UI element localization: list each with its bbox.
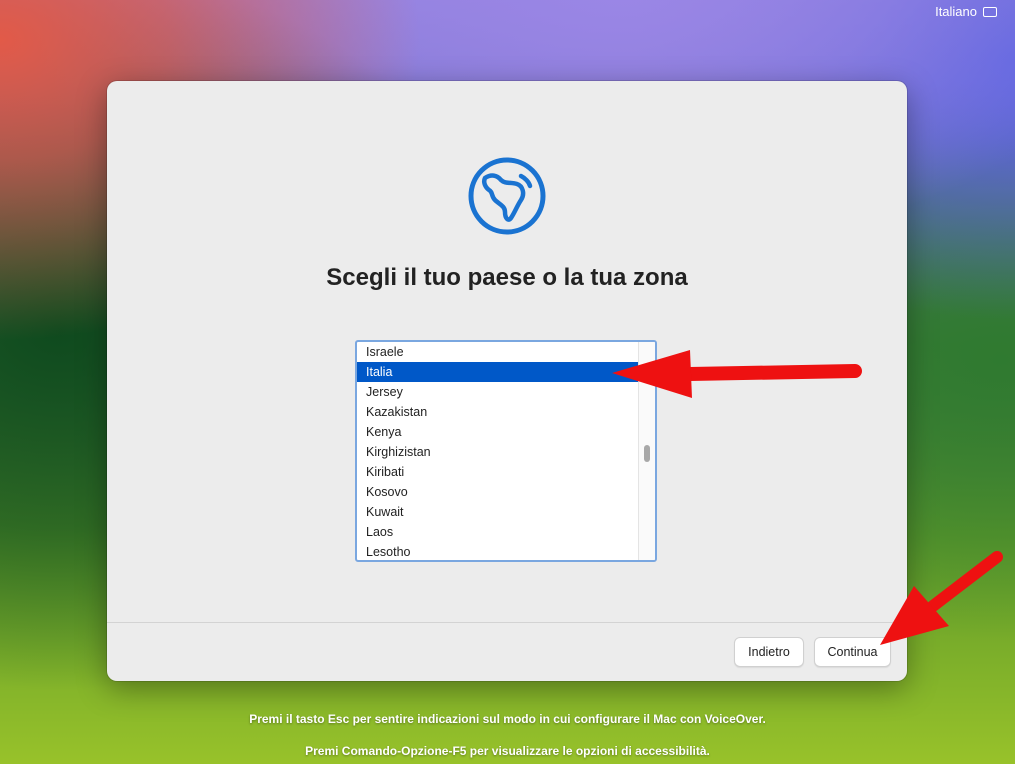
scroll-thumb[interactable] [644,445,650,462]
input-language-menu[interactable]: Italiano [935,4,997,19]
list-item[interactable]: Israele [357,342,639,362]
list-item[interactable]: Laos [357,522,639,542]
back-button[interactable]: Indietro [734,637,804,667]
page-title: Scegli il tuo paese o la tua zona [326,264,688,291]
list-item[interactable]: Italia [357,362,639,382]
list-scrollbar[interactable] [638,342,655,560]
list-item[interactable]: Kazakistan [357,402,639,422]
list-item[interactable]: Lesotho [357,542,639,560]
setup-assistant-panel: Scegli il tuo paese o la tua zona Israel… [107,81,907,681]
list-item[interactable]: Kiribati [357,462,639,482]
list-item[interactable]: Kosovo [357,482,639,502]
list-item[interactable]: Jersey [357,382,639,402]
accessibility-hint: Premi Comando-Opzione-F5 per visualizzar… [305,744,710,758]
list-item[interactable]: Kuwait [357,502,639,522]
continue-button[interactable]: Continua [814,637,891,667]
voiceover-hint: Premi il tasto Esc per sentire indicazio… [249,712,766,726]
list-item[interactable]: Kenya [357,422,639,442]
input-language-label: Italiano [935,4,977,19]
list-item[interactable]: Kirghizistan [357,442,639,462]
footer-divider [107,622,907,623]
globe-icon [468,157,546,235]
keyboard-icon [983,6,997,17]
country-list[interactable]: Israele Italia Jersey Kazakistan Kenya Kirghi… [355,340,657,562]
